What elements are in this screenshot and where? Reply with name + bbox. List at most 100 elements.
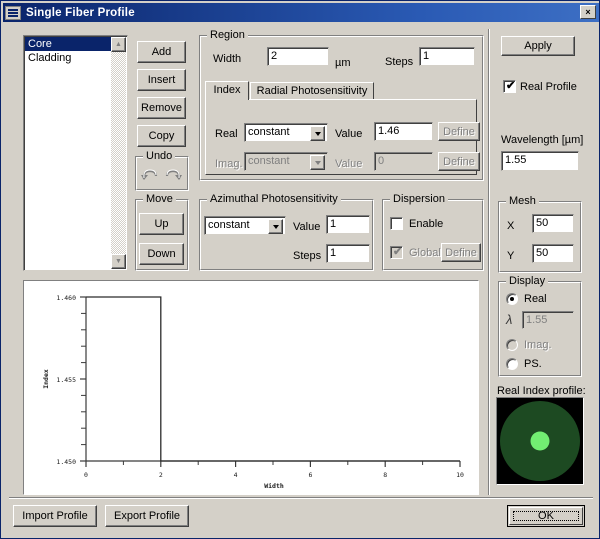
mesh-y-input[interactable]: 50	[532, 244, 574, 263]
azimuthal-steps-input[interactable]: 1	[326, 244, 370, 263]
azimuthal-type-value: constant	[208, 219, 250, 231]
remove-button[interactable]: Remove	[137, 97, 186, 119]
checkmark-icon: ✔	[506, 80, 516, 92]
svg-text:1.450: 1.450	[56, 458, 76, 466]
undo-arrow-icon[interactable]	[140, 166, 160, 184]
svg-text:Index: Index	[42, 369, 50, 389]
insert-button[interactable]: Insert	[137, 69, 186, 91]
footer-divider	[9, 497, 593, 499]
move-down-button[interactable]: Down	[139, 243, 184, 265]
azimuthal-value-label: Value	[293, 221, 321, 233]
redo-arrow-icon[interactable]	[163, 166, 183, 184]
region-group-label: Region	[207, 29, 248, 41]
azimuthal-value-input[interactable]: 1	[326, 215, 370, 234]
azimuthal-type-combo[interactable]: constant	[204, 216, 286, 235]
list-item[interactable]: Core	[25, 37, 111, 51]
wavelength-input[interactable]: 1.55	[501, 151, 579, 171]
real-define-button[interactable]: Define	[438, 122, 480, 141]
imag-value-input[interactable]: 0	[374, 152, 433, 171]
imag-type-combo[interactable]: constant	[244, 152, 328, 171]
scroll-up-icon[interactable]: ▲	[111, 37, 126, 52]
svg-text:10: 10	[456, 471, 464, 479]
display-real-radio[interactable]	[506, 293, 518, 305]
dispersion-enable-label: Enable	[409, 218, 444, 230]
app-icon	[5, 5, 21, 20]
svg-text:1.455: 1.455	[56, 376, 76, 384]
chevron-down-icon[interactable]	[310, 126, 325, 141]
move-group-label: Move	[143, 193, 176, 205]
dispersion-global-label: Global	[409, 247, 441, 259]
region-listbox[interactable]: Core Cladding ▲ ▼	[23, 35, 128, 271]
display-imag-label: Imag.	[524, 339, 552, 351]
add-button[interactable]: Add	[137, 41, 186, 63]
display-imag-radio[interactable]	[506, 339, 518, 351]
width-unit-label: µm	[335, 57, 351, 69]
imag-value-label: Value	[335, 158, 363, 170]
svg-text:8: 8	[383, 471, 387, 479]
listbox-scrollbar[interactable]: ▲ ▼	[111, 37, 126, 269]
mesh-x-input[interactable]: 50	[532, 214, 574, 233]
tab-radial-photosensitivity[interactable]: Radial Photosensitivity	[250, 82, 374, 100]
azimuthal-steps-label: Steps	[293, 250, 322, 262]
imag-label: Imag.	[215, 158, 243, 170]
display-lambda-input[interactable]: 1.55	[522, 311, 574, 329]
svg-text:Width: Width	[264, 482, 284, 490]
chart-svg: 1.460 1.455 1.450 0 2 4 6 8 10 Width Ind…	[42, 294, 464, 490]
thumbnail-caption: Real Index profile:	[497, 385, 586, 397]
display-real-label: Real	[524, 293, 547, 305]
chevron-down-icon[interactable]	[268, 219, 283, 234]
dialog-window: Single Fiber Profile × Core Cladding ▲ ▼…	[0, 0, 600, 539]
copy-button[interactable]: Copy	[137, 125, 186, 147]
dispersion-enable-checkbox[interactable]	[390, 217, 403, 230]
real-value-input[interactable]: 1.46	[374, 122, 433, 141]
mesh-x-label: X	[507, 220, 515, 232]
svg-text:0: 0	[84, 471, 88, 479]
index-profile-chart: 1.460 1.455 1.450 0 2 4 6 8 10 Width Ind…	[23, 280, 479, 495]
svg-text:4: 4	[234, 471, 238, 479]
width-input[interactable]: 2	[267, 47, 329, 66]
svg-text:1.460: 1.460	[56, 294, 76, 302]
tab-index[interactable]: Index	[205, 81, 249, 100]
radio-dot-icon	[510, 297, 514, 301]
export-profile-button[interactable]: Export Profile	[105, 505, 189, 527]
window-title: Single Fiber Profile	[26, 6, 135, 19]
checkmark-icon: ✔	[393, 246, 403, 258]
mesh-y-label: Y	[507, 250, 515, 262]
move-up-button[interactable]: Up	[139, 213, 184, 235]
wavelength-label: Wavelength [µm]	[501, 134, 584, 146]
svg-text:6: 6	[308, 471, 312, 479]
steps-input[interactable]: 1	[419, 47, 475, 66]
dispersion-define-button[interactable]: Define	[441, 243, 481, 262]
focus-ring	[513, 511, 579, 521]
mesh-group-label: Mesh	[506, 195, 539, 207]
ok-button[interactable]: OK	[507, 505, 585, 527]
dispersion-group-label: Dispersion	[390, 193, 448, 205]
display-group-label: Display	[506, 275, 549, 287]
display-ps-radio[interactable]	[506, 358, 518, 370]
imag-define-button[interactable]: Define	[438, 152, 480, 171]
real-profile-checkbox[interactable]: ✔	[503, 80, 516, 93]
import-profile-button[interactable]: Import Profile	[13, 505, 97, 527]
ok-button-inner: OK	[509, 507, 583, 525]
dispersion-global-checkbox[interactable]: ✔	[390, 246, 403, 259]
apply-button[interactable]: Apply	[501, 36, 575, 56]
close-icon[interactable]: ×	[580, 5, 596, 19]
real-value-label: Value	[335, 128, 363, 140]
title-bar: Single Fiber Profile ×	[3, 3, 599, 22]
profile-preview-image	[497, 398, 583, 484]
real-label: Real	[215, 128, 238, 140]
list-item[interactable]: Cladding	[25, 51, 111, 65]
display-ps-label: PS.	[524, 358, 542, 370]
panel-divider	[488, 29, 490, 495]
lambda-symbol-label: λ	[506, 312, 513, 327]
steps-label: Steps	[385, 56, 414, 68]
chevron-down-icon[interactable]	[310, 155, 325, 170]
svg-text:2: 2	[159, 471, 163, 479]
real-index-profile-thumbnail	[496, 397, 584, 485]
scroll-down-icon[interactable]: ▼	[111, 254, 126, 269]
undo-group-label: Undo	[143, 150, 176, 162]
real-profile-label: Real Profile	[520, 81, 577, 93]
real-type-value: constant	[248, 126, 290, 138]
azimuthal-group-label: Azimuthal Photosensitivity	[207, 193, 341, 205]
real-type-combo[interactable]: constant	[244, 123, 328, 142]
